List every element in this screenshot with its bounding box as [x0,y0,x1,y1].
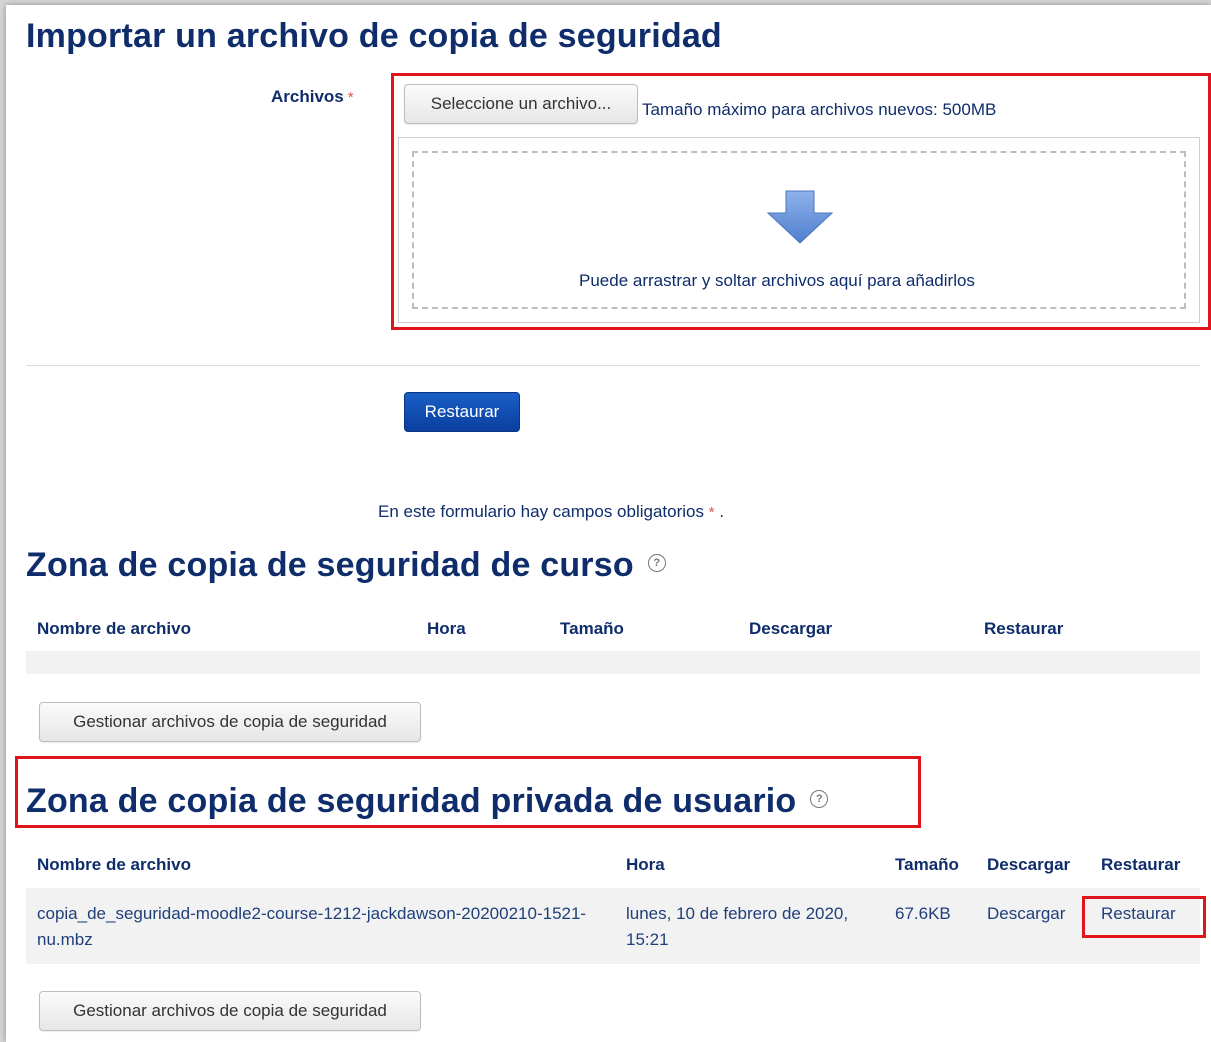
course-backup-zone-title-text: Zona de copia de seguridad de curso [26,546,634,584]
backup-time: lunes, 10 de febrero de 2020, 15:21 [626,904,849,949]
user-backup-zone-title-text: Zona de copia de seguridad privada de us… [26,782,797,820]
required-fields-note: En este formulario hay campos obligatori… [378,502,724,522]
column-header-download[interactable]: Descargar [987,855,1070,875]
max-size-text: Tamaño máximo para archivos nuevos: 500M… [642,100,997,119]
column-header-restore[interactable]: Restaurar [984,619,1063,639]
column-header-time[interactable]: Hora [427,619,466,639]
column-header-filename[interactable]: Nombre de archivo [37,619,191,639]
backup-filename: copia_de_seguridad-moodle2-course-1212-j… [37,904,587,949]
dropzone-text: Puede arrastrar y soltar archivos aquí p… [579,271,975,290]
backup-size: 67.6KB [895,904,951,923]
page: Importar un archivo de copia de segurida… [6,5,1211,1042]
column-header-download[interactable]: Descargar [749,619,832,639]
divider [26,365,1200,366]
required-note-text: En este formulario hay campos obligatori… [378,502,704,521]
user-backup-zone-title: Zona de copia de seguridad privada de us… [26,782,829,821]
files-label: Archivos * [271,87,354,107]
required-note-suffix: . [719,502,725,521]
choose-file-button[interactable]: Seleccione un archivo... [404,84,638,124]
download-link[interactable]: Descargar [987,901,1065,927]
manage-user-backups-button[interactable]: Gestionar archivos de copia de seguridad [39,991,421,1031]
column-header-restore[interactable]: Restaurar [1101,855,1180,875]
manage-course-backups-button[interactable]: Gestionar archivos de copia de seguridad [39,702,421,742]
download-arrow-icon [766,190,834,244]
page-title: Importar un archivo de copia de segurida… [26,17,722,55]
column-header-filename[interactable]: Nombre de archivo [37,855,191,875]
help-icon[interactable]: ? [647,554,666,573]
help-icon[interactable]: ? [810,790,829,809]
column-header-time[interactable]: Hora [626,855,665,875]
column-header-size[interactable]: Tamaño [895,855,959,875]
required-star-icon: * [347,89,354,106]
required-star-icon: * [708,504,715,521]
empty-table-row [26,651,1200,674]
restore-link[interactable]: Restaurar [1101,901,1176,927]
files-label-text: Archivos [271,87,344,106]
column-header-size[interactable]: Tamaño [560,619,624,639]
course-backup-zone-title: Zona de copia de seguridad de curso? [26,546,666,585]
restore-submit-button[interactable]: Restaurar [404,392,520,432]
